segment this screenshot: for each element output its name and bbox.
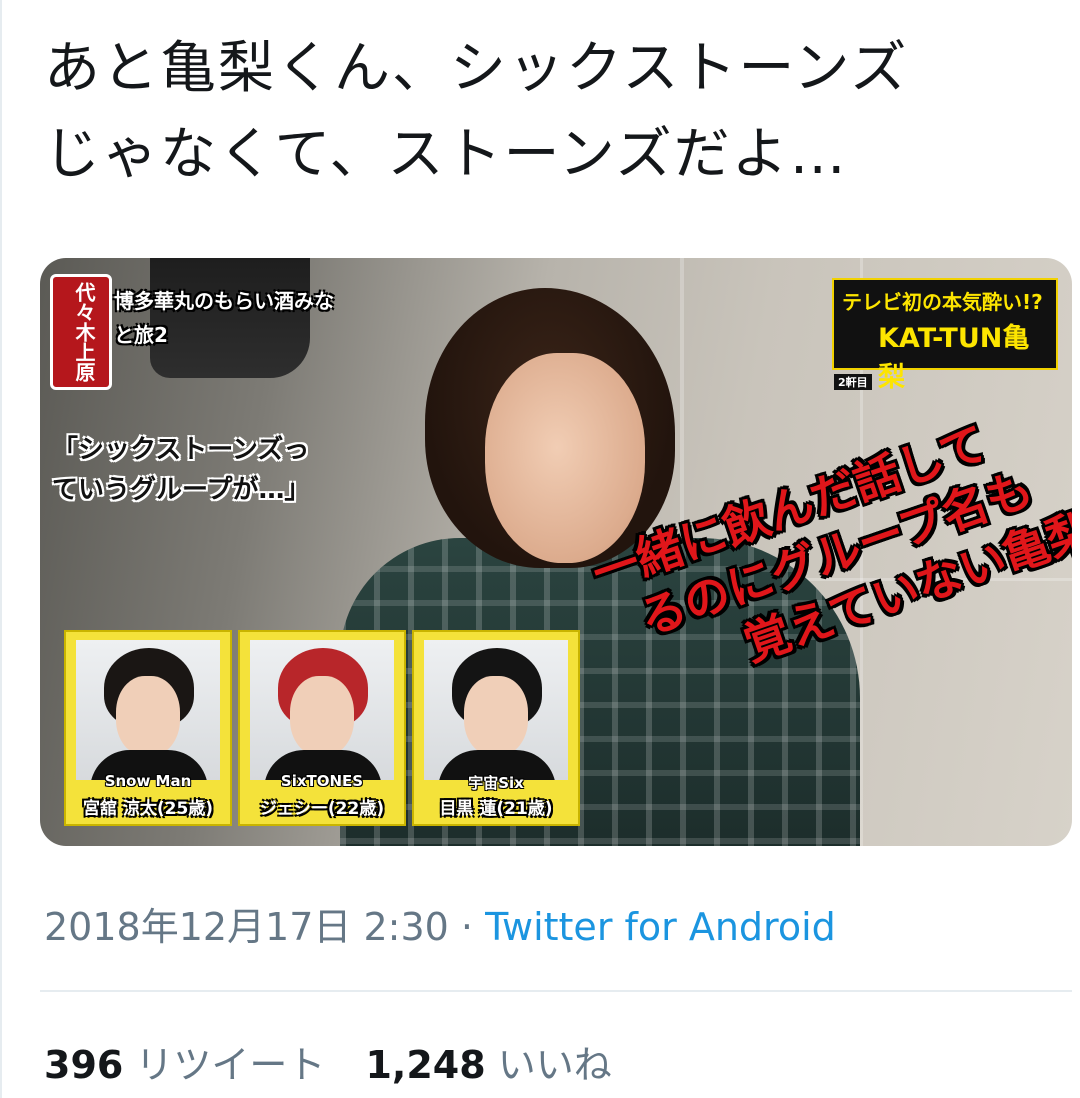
member-name-label: 目黒 蓮(21歳): [439, 799, 553, 819]
member-card: SixTONES ジェシー(22歳): [238, 630, 406, 826]
member-photo: [424, 640, 568, 780]
tweet-source-link[interactable]: Twitter for Android: [485, 905, 836, 949]
person-face: [485, 353, 645, 563]
retweets-stat[interactable]: 396 リツイート: [44, 1043, 325, 1087]
meta-separator: ·: [448, 905, 486, 949]
subtitle-quote: 「シックストーンズっ ていうグループが…」: [52, 430, 310, 510]
retweets-label: リツイート: [135, 1043, 326, 1087]
tweet-timestamp[interactable]: 2018年12月17日 2:30: [44, 905, 449, 949]
tweet-text: あと亀梨くん、シックストーンズ じゃなくて、ストーンズだよ…: [44, 26, 1054, 198]
member-name-label: ジェシー(22歳): [259, 799, 385, 819]
subtitle-quote-line-2: ていうグループが…」: [52, 475, 311, 505]
likes-label: いいね: [497, 1043, 612, 1087]
telop-caption-box: テレビ初の本気酔い!? KAT-TUN亀梨 2軒目: [832, 278, 1058, 393]
tweet-media-image[interactable]: 代々木上原 博多華丸のもらい酒みなと旅2 テレビ初の本気酔い!? KAT-TUN…: [40, 258, 1072, 846]
subtitle-quote-line-1: 「シックストーンズっ: [52, 435, 310, 465]
tweet-text-line-1: あと亀梨くん、シックストーンズ: [44, 36, 909, 101]
member-photo: [76, 640, 220, 780]
likes-stat[interactable]: 1,248 いいね: [365, 1043, 611, 1087]
likes-count: 1,248: [365, 1043, 486, 1087]
tweet-meta: 2018年12月17日 2:30 · Twitter for Android: [44, 896, 836, 951]
member-group-label: SixTONES: [280, 772, 364, 790]
member-card: 宇宙Six 目黒 蓮(21歳): [412, 630, 580, 826]
member-group-label: 宇宙Six: [468, 774, 524, 792]
tweet-detail: あと亀梨くん、シックストーンズ じゃなくて、ストーンズだよ… 代々木上原 博多華…: [0, 0, 1080, 1098]
show-logo-badge: 代々木上原: [50, 274, 112, 390]
telop-caption-small: 2軒目: [834, 374, 872, 390]
member-card: Snow Man 宮舘 涼太(25歳): [64, 630, 232, 826]
member-group-label: Snow Man: [104, 772, 192, 790]
divider: [40, 990, 1072, 992]
retweets-count: 396: [44, 1043, 124, 1087]
telop-caption-top: テレビ初の本気酔い!?: [842, 290, 1043, 314]
member-name-label: 宮舘 涼太(25歳): [82, 799, 214, 819]
show-logo-title: 博多華丸のもらい酒みなと旅2: [114, 289, 334, 347]
telop-caption-main: KAT-TUN亀梨: [878, 323, 1030, 393]
member-photo: [250, 640, 394, 780]
tweet-stats: 396 リツイート 1,248 いいね: [44, 1034, 612, 1089]
tweet-text-line-2: じゃなくて、ストーンズだよ…: [44, 122, 848, 187]
